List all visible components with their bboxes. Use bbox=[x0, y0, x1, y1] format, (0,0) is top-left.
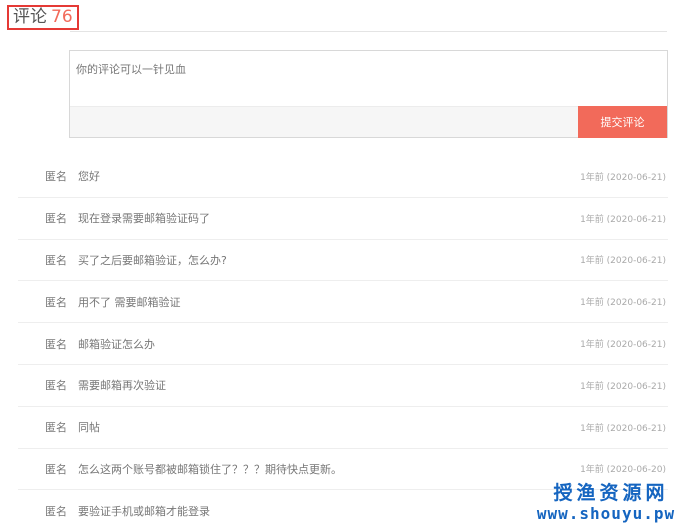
comment-time: 1年前 (2020-06-21) bbox=[580, 172, 666, 183]
comment-author: 匿名 bbox=[45, 421, 67, 435]
comment-item: 匿名 您好 1年前 (2020-06-21) bbox=[18, 156, 668, 198]
comment-item: 匿名 现在登录需要邮箱验证码了 1年前 (2020-06-21) bbox=[18, 198, 668, 240]
comment-item: 匿名 同帖 1年前 (2020-06-21) bbox=[18, 407, 668, 449]
comment-text: 用不了 需要邮箱验证 bbox=[78, 295, 181, 309]
submit-comment-button[interactable]: 提交评论 bbox=[578, 106, 667, 138]
watermark-url: www.shouyu.pw bbox=[536, 503, 676, 523]
comment-author: 匿名 bbox=[45, 505, 67, 519]
comment-author: 匿名 bbox=[45, 337, 67, 351]
comment-time: 1年前 (2020-06-20) bbox=[580, 465, 666, 476]
comments-count: 76 bbox=[51, 7, 73, 27]
comment-text: 买了之后要邮箱验证，怎么办? bbox=[78, 253, 227, 267]
comment-author: 匿名 bbox=[45, 253, 67, 267]
comment-item: 匿名 邮箱验证怎么办 1年前 (2020-06-21) bbox=[18, 323, 668, 365]
comment-form-footer: 提交评论 bbox=[70, 106, 667, 138]
comment-time: 1年前 (2020-06-21) bbox=[580, 298, 666, 309]
comment-time: 1年前 (2020-06-21) bbox=[580, 381, 666, 392]
comment-time: 1年前 (2020-06-21) bbox=[580, 423, 666, 434]
comments-header: 评论 76 bbox=[7, 5, 79, 30]
comment-author: 匿名 bbox=[45, 170, 67, 184]
comment-input[interactable] bbox=[70, 51, 667, 107]
comment-time: 1年前 (2020-06-21) bbox=[580, 214, 666, 225]
comment-text: 现在登录需要邮箱验证码了 bbox=[78, 212, 210, 226]
comment-author: 匿名 bbox=[45, 462, 67, 476]
comment-text: 邮箱验证怎么办 bbox=[78, 337, 155, 351]
comment-text: 需要邮箱再次验证 bbox=[78, 379, 166, 393]
comment-author: 匿名 bbox=[45, 379, 67, 393]
comment-item: 匿名 用不了 需要邮箱验证 1年前 (2020-06-21) bbox=[18, 281, 668, 324]
comment-form: 提交评论 bbox=[69, 50, 668, 138]
comment-text: 怎么这两个账号都被邮箱锁住了？？？期待快点更新。 bbox=[78, 462, 342, 476]
comment-text: 您好 bbox=[78, 170, 100, 184]
comments-page: 评论 76 提交评论 匿名 您好 1年前 (2020-06-21) 匿名 现在登… bbox=[0, 0, 700, 527]
comment-item: 匿名 买了之后要邮箱验证，怎么办? 1年前 (2020-06-21) bbox=[18, 240, 668, 282]
site-watermark: 授渔资源网 www.shouyu.pw bbox=[516, 481, 696, 523]
header-divider bbox=[70, 31, 667, 32]
comment-author: 匿名 bbox=[45, 212, 67, 226]
watermark-title: 授渔资源网 bbox=[553, 481, 669, 504]
comments-title: 评论 bbox=[13, 7, 47, 27]
comment-item: 匿名 需要邮箱再次验证 1年前 (2020-06-21) bbox=[18, 365, 668, 407]
comment-time: 1年前 (2020-06-21) bbox=[580, 256, 666, 267]
comment-text: 同帖 bbox=[78, 421, 100, 435]
comment-time: 1年前 (2020-06-21) bbox=[580, 340, 666, 351]
comment-author: 匿名 bbox=[45, 295, 67, 309]
comment-list: 匿名 您好 1年前 (2020-06-21) 匿名 现在登录需要邮箱验证码了 1… bbox=[18, 156, 668, 527]
